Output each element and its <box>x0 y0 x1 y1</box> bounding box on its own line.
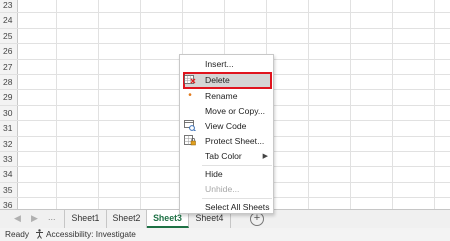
menu-separator <box>202 165 272 166</box>
row-header[interactable]: 26 <box>0 44 18 59</box>
tab-sheet1[interactable]: Sheet1 <box>64 210 107 228</box>
grid-row[interactable]: 25 <box>0 28 450 45</box>
menu-item-label: Insert... <box>205 59 234 69</box>
menu-item-unhide: Unhide... <box>180 182 273 197</box>
row-header[interactable]: 28 <box>0 75 18 90</box>
row-header[interactable]: 29 <box>0 90 18 105</box>
protect-sheet-icon <box>184 135 196 147</box>
grid-row[interactable]: 23 <box>0 0 450 14</box>
menu-item-label: Select All Sheets <box>205 202 270 212</box>
menu-item-label: Protect Sheet... <box>205 136 265 146</box>
scroll-tabs-right-icon[interactable]: ▶ <box>31 213 38 224</box>
menu-item-insert[interactable]: Insert... <box>180 57 273 72</box>
delete-sheet-icon <box>184 74 196 86</box>
menu-item-rename[interactable]: • Rename <box>180 89 273 104</box>
row-header[interactable]: 30 <box>0 105 18 121</box>
menu-item-select-all-sheets[interactable]: Select All Sheets <box>180 200 273 215</box>
menu-item-delete[interactable]: Delete <box>180 73 273 88</box>
scroll-tabs-left-icon[interactable]: ◀ <box>14 213 21 224</box>
row-header[interactable]: 25 <box>0 28 18 44</box>
menu-item-label: Tab Color <box>205 151 242 161</box>
menu-item-label: Rename <box>205 91 238 101</box>
row-header[interactable]: 35 <box>0 182 18 198</box>
accessibility-status[interactable]: Accessibility: Investigate <box>46 228 136 241</box>
row-header[interactable]: 23 <box>0 0 18 13</box>
status-bar: Ready Accessibility: Investigate <box>0 228 450 241</box>
row-header[interactable]: 27 <box>0 59 18 74</box>
menu-item-move-copy[interactable]: Move or Copy... <box>180 104 273 119</box>
row-header[interactable]: 31 <box>0 121 18 136</box>
menu-item-tab-color[interactable]: Tab Color ▶ <box>180 149 273 164</box>
menu-item-label: Move or Copy... <box>205 106 266 116</box>
menu-item-label: Delete <box>205 75 230 85</box>
menu-item-label: View Code <box>205 121 247 131</box>
menu-item-label: Unhide... <box>205 184 240 194</box>
grid-row[interactable]: 24 <box>0 13 450 29</box>
menu-item-hide[interactable]: Hide <box>180 167 273 182</box>
rename-icon: • <box>188 90 192 101</box>
row-header[interactable]: 33 <box>0 152 18 167</box>
row-header[interactable]: 32 <box>0 136 18 151</box>
menu-item-protect-sheet[interactable]: Protect Sheet... <box>180 134 273 149</box>
accessibility-icon[interactable] <box>35 229 44 241</box>
more-tabs-icon[interactable]: ... <box>48 212 56 222</box>
view-code-icon <box>184 120 196 132</box>
menu-item-label: Hide <box>205 169 223 179</box>
menu-separator <box>202 198 272 199</box>
status-ready-label: Ready <box>5 229 29 239</box>
row-header[interactable]: 34 <box>0 167 18 182</box>
row-header[interactable]: 24 <box>0 13 18 28</box>
submenu-arrow-icon: ▶ <box>262 153 268 160</box>
sheet-tab-context-menu: Insert... Delete • Rename Move or Copy..… <box>179 54 274 214</box>
menu-item-view-code[interactable]: View Code <box>180 119 273 134</box>
tab-sheet2[interactable]: Sheet2 <box>107 210 147 228</box>
